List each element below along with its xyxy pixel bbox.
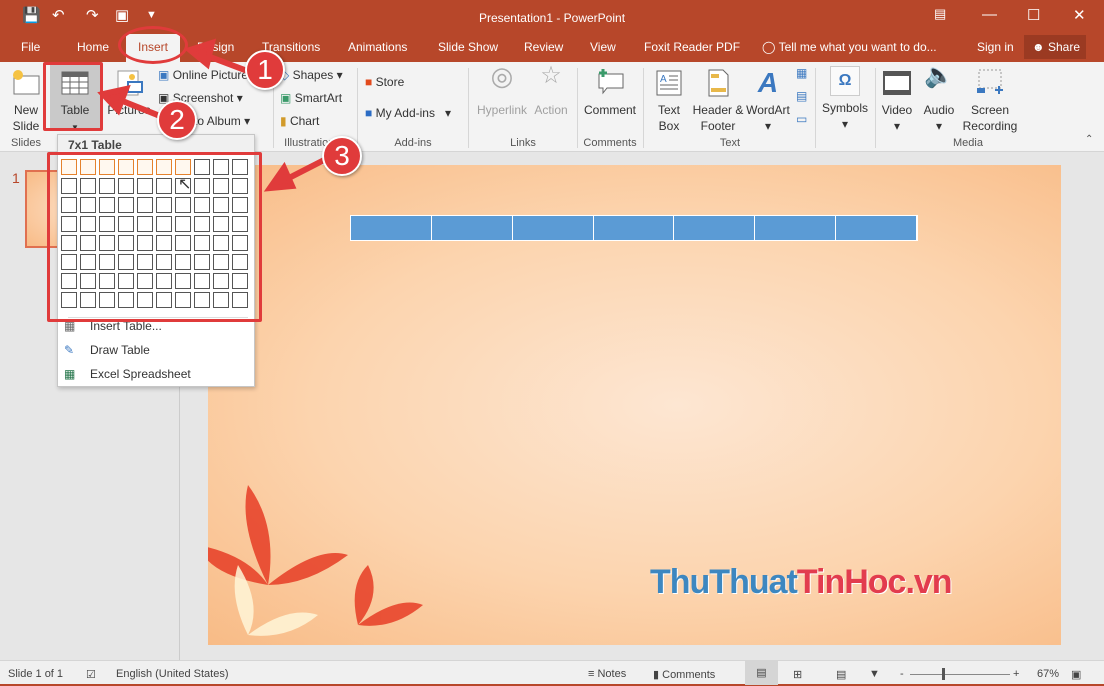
annotation-arrows — [97, 38, 330, 192]
comments-button[interactable]: ▮ Comments — [653, 668, 715, 681]
fit-to-window-icon[interactable]: ▣ — [1071, 668, 1081, 681]
slide-sorter-icon[interactable]: ⊞ — [793, 668, 802, 681]
language-indicator[interactable]: English (United States) — [116, 668, 229, 680]
slideshow-view-icon[interactable]: ▼ — [869, 668, 880, 680]
watermark-part1: ThuThuat — [650, 563, 798, 601]
reading-view-icon[interactable]: ▤ — [836, 668, 846, 681]
notes-label: Notes — [597, 668, 627, 680]
draw-table-label: Draw Table — [90, 343, 150, 357]
excel-icon: ▦ — [64, 367, 76, 381]
annotation-3: 3 — [322, 136, 362, 176]
flower-decoration — [208, 485, 423, 636]
watermark-part2: TinHoc.vn — [796, 563, 953, 601]
status-bar: Slide 1 of 1 ☑ English (United States) ≡… — [0, 660, 1104, 686]
draw-table-menu-item[interactable]: ✎ Draw Table — [62, 340, 250, 362]
excel-spreadsheet-menu-item[interactable]: ▦ Excel Spreadsheet — [62, 364, 250, 386]
zoom-slider[interactable] — [910, 674, 1010, 675]
watermark-logo: ThuThuatTinHoc.vn — [650, 563, 953, 602]
slide-counter: Slide 1 of 1 — [8, 668, 64, 680]
comments-label: Comments — [662, 669, 716, 681]
zoom-out-button[interactable]: - — [900, 668, 904, 680]
notes-icon: ≡ — [588, 668, 595, 680]
zoom-slider-thumb[interactable] — [941, 668, 945, 680]
notes-button[interactable]: ≡ Notes — [588, 668, 626, 680]
spelling-icon[interactable]: ☑ — [86, 668, 96, 681]
excel-spreadsheet-label: Excel Spreadsheet — [90, 367, 191, 381]
draw-table-icon: ✎ — [64, 343, 75, 357]
zoom-in-button[interactable]: + — [1013, 668, 1019, 680]
zoom-level[interactable]: 67% — [1037, 668, 1059, 680]
annotation-2: 2 — [157, 100, 197, 140]
annotation-1: 1 — [245, 50, 285, 90]
normal-view-icon[interactable]: ▤ — [745, 661, 778, 685]
comments-icon: ▮ — [653, 669, 660, 681]
